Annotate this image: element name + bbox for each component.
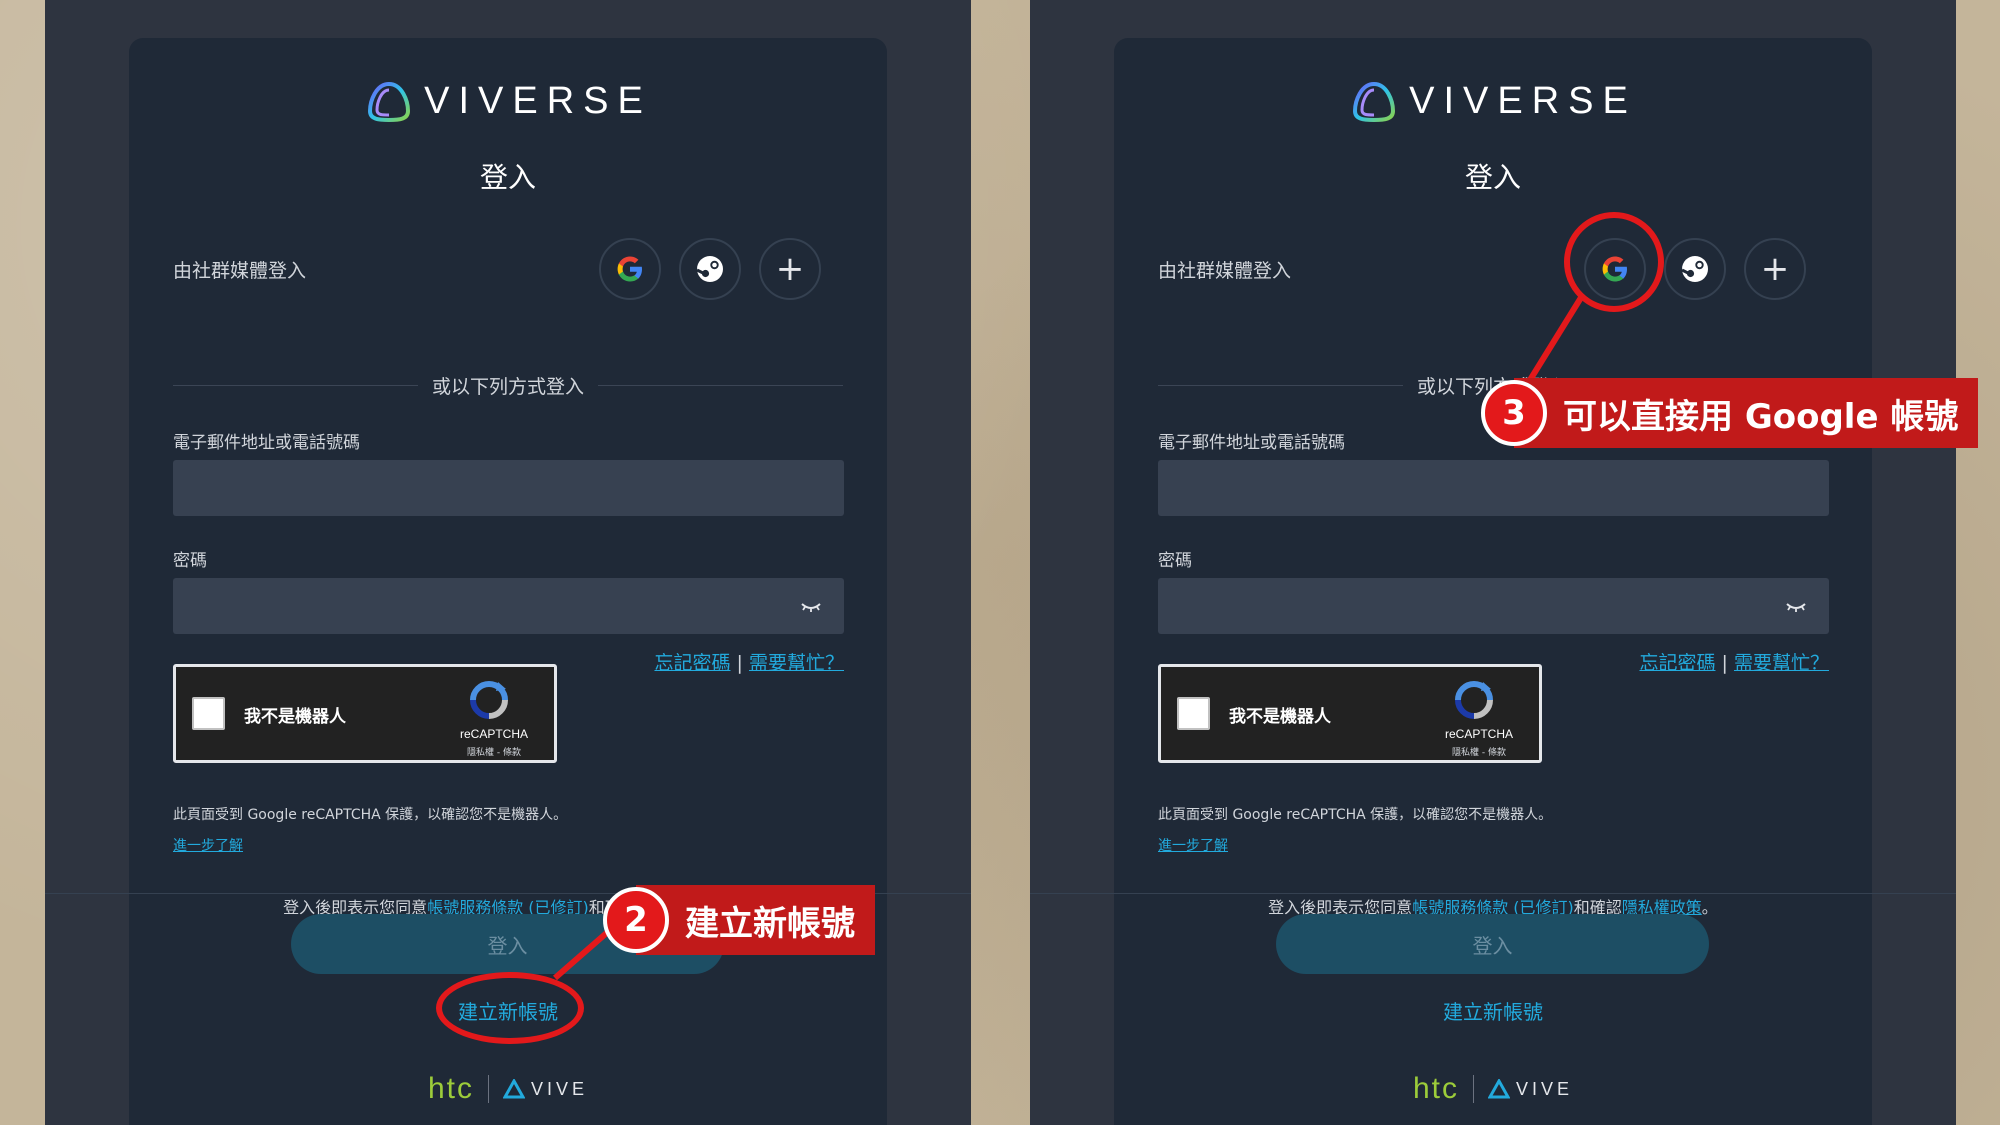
vive-logo: VIVE	[503, 1079, 588, 1100]
vive-triangle-icon	[503, 1079, 525, 1099]
plus-icon: +	[1760, 249, 1790, 289]
footer-brands: htc VIVE	[129, 1072, 887, 1106]
recaptcha-note: 此頁面受到 Google reCAPTCHA 保護，以確認您不是機器人。	[1158, 807, 1553, 823]
step3-highlight-ring	[1564, 212, 1664, 312]
recaptcha-checkbox[interactable]	[1177, 697, 1210, 730]
email-field[interactable]	[1158, 460, 1829, 516]
vive-wordmark: VIVE	[531, 1078, 589, 1099]
create-account-link[interactable]: 建立新帳號	[1114, 996, 1872, 1025]
htc-logo: htc	[427, 1072, 474, 1105]
social-login-label: 由社群媒體登入	[173, 259, 307, 282]
email-label: 電子郵件地址或電話號碼	[1158, 433, 1345, 453]
step2-highlight-ring	[436, 972, 584, 1044]
steam-login-button[interactable]	[679, 238, 741, 300]
steam-icon	[696, 256, 723, 282]
google-login-button[interactable]	[599, 238, 661, 300]
viverse-logo: VIVERSE	[129, 80, 887, 123]
email-input[interactable]	[1158, 460, 1829, 516]
password-field[interactable]	[173, 578, 844, 634]
eye-closed-icon[interactable]	[1785, 600, 1807, 614]
links-separator: |	[1721, 652, 1728, 674]
help-links: 忘記密碼 | 需要幫忙？	[1639, 648, 1829, 675]
password-input[interactable]	[173, 578, 844, 634]
recaptcha-widget: 我不是機器人 reCAPTCHA 隱私權 - 條款	[1158, 664, 1542, 763]
email-label: 電子郵件地址或電話號碼	[173, 433, 360, 453]
htc-logo: htc	[1412, 1072, 1459, 1105]
divider-text: 或以下列方式登入	[432, 375, 585, 398]
social-login-row: 由社群媒體登入 +	[1158, 234, 1806, 304]
login-panel-left: VIVERSE 登入 由社群媒體登入 + 或以下列方式登入 電子郵件地址或電話號…	[45, 0, 971, 1125]
logo-wordmark: VIVERSE	[1409, 80, 1637, 122]
step3-callout-text: 可以直接用 Google 帳號	[1563, 396, 1959, 437]
or-divider: 或以下列方式登入	[173, 374, 844, 398]
recaptcha-widget: 我不是機器人 reCAPTCHA 隱私權 - 條款	[173, 664, 557, 763]
login-card: VIVERSE 登入 由社群媒體登入	[45, 38, 971, 1125]
more-login-options-button[interactable]: +	[759, 238, 821, 300]
login-button[interactable]: 登入	[1276, 914, 1709, 974]
recaptcha-brand: reCAPTCHA	[1444, 727, 1513, 741]
eye-closed-icon[interactable]	[800, 600, 822, 614]
plus-icon: +	[775, 249, 805, 289]
viverse-logo-icon	[368, 81, 411, 122]
social-login-label: 由社群媒體登入	[1158, 259, 1292, 282]
logo-wordmark: VIVERSE	[424, 80, 652, 122]
more-login-options-button[interactable]: +	[1744, 238, 1806, 300]
password-input[interactable]	[1158, 578, 1829, 634]
vive-triangle-icon	[1488, 1079, 1510, 1099]
login-card: VIVERSE 登入 由社群媒體登入	[1030, 38, 1956, 1125]
page-title: 登入	[1464, 161, 1521, 194]
password-field[interactable]	[1158, 578, 1829, 634]
step2-callout-text: 建立新帳號	[685, 903, 855, 944]
recaptcha-logo-icon	[1455, 681, 1493, 719]
recaptcha-checkbox[interactable]	[192, 697, 225, 730]
google-icon	[617, 256, 642, 282]
footer-brands: htc VIVE	[1114, 1072, 1872, 1106]
steam-login-button[interactable]	[1664, 238, 1726, 300]
terms-suffix: 。	[1701, 898, 1718, 917]
recaptcha-terms[interactable]: 隱私權 - 條款	[1429, 745, 1529, 758]
recaptcha-label: 我不是機器人	[1229, 707, 1331, 727]
password-label: 密碼	[1158, 551, 1192, 571]
recaptcha-label: 我不是機器人	[244, 707, 346, 727]
help-links: 忘記密碼 | 需要幫忙？	[654, 648, 844, 675]
links-separator: |	[736, 652, 743, 674]
divider-line	[1030, 893, 1956, 894]
email-input[interactable]	[173, 460, 844, 516]
password-label: 密碼	[173, 551, 207, 571]
learn-more-link[interactable]: 進一步了解	[173, 835, 243, 855]
recaptcha-logo-icon	[470, 681, 508, 719]
recaptcha-brand: reCAPTCHA	[459, 727, 528, 741]
step2-number-badge: 2	[603, 887, 669, 953]
page-title: 登入	[479, 161, 536, 194]
social-login-row: 由社群媒體登入 +	[173, 234, 821, 304]
need-help-link[interactable]: 需要幫忙？	[749, 652, 844, 674]
forgot-password-link[interactable]: 忘記密碼	[1639, 652, 1715, 674]
viverse-logo-icon	[1353, 81, 1396, 122]
login-panel-right: VIVERSE 登入 由社群媒體登入 + 電子郵件地址或電話號碼 密碼 忘記密碼…	[1030, 0, 1956, 1125]
need-help-link[interactable]: 需要幫忙？	[1734, 652, 1829, 674]
step2-callout: 2 建立新帳號	[603, 885, 875, 955]
viverse-logo: VIVERSE	[1114, 80, 1872, 123]
steam-icon	[1681, 256, 1708, 282]
recaptcha-terms[interactable]: 隱私權 - 條款	[444, 745, 544, 758]
vive-logo: VIVE	[1488, 1079, 1573, 1100]
forgot-password-link[interactable]: 忘記密碼	[654, 652, 730, 674]
vive-wordmark: VIVE	[1516, 1078, 1574, 1099]
recaptcha-note: 此頁面受到 Google reCAPTCHA 保護，以確認您不是機器人。	[173, 807, 568, 823]
learn-more-link[interactable]: 進一步了解	[1158, 835, 1228, 855]
email-field[interactable]	[173, 460, 844, 516]
step3-callout: 3 可以直接用 Google 帳號	[1481, 378, 1979, 448]
step3-number-badge: 3	[1481, 380, 1547, 446]
